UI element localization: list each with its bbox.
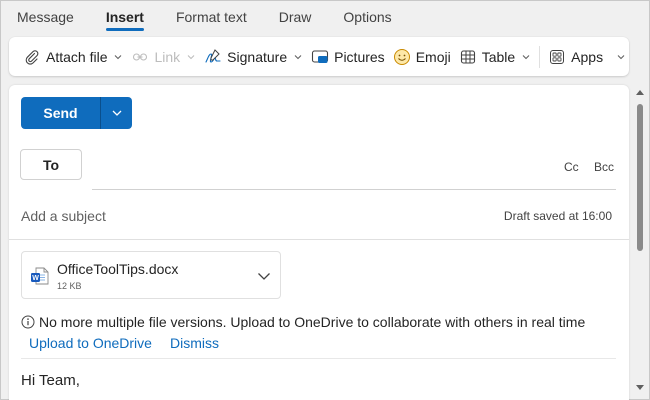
info-icon <box>21 315 35 329</box>
info-bar: No more multiple file versions. Upload t… <box>21 314 585 330</box>
dismiss-link[interactable]: Dismiss <box>170 335 219 351</box>
message-body[interactable]: Hi Team, <box>21 372 80 389</box>
tab-format-text[interactable]: Format text <box>176 0 247 34</box>
link-label: Link <box>154 48 181 65</box>
to-field-underline <box>92 189 616 190</box>
ribbon-divider <box>539 45 541 68</box>
scrollbar-thumb[interactable] <box>637 104 643 251</box>
chevron-down-icon <box>293 52 303 62</box>
upload-to-onedrive-link[interactable]: Upload to OneDrive <box>29 335 152 351</box>
svg-text:W: W <box>32 275 39 282</box>
emoji-label: Emoji <box>415 48 451 65</box>
attachment-name: OfficeToolTips.docx <box>57 261 179 277</box>
ribbon-tabs: Message Insert Format text Draw Options <box>0 0 650 34</box>
picture-icon <box>311 48 329 66</box>
info-message: No more multiple file versions. Upload t… <box>39 314 586 330</box>
info-divider <box>21 358 616 359</box>
pictures-label: Pictures <box>334 48 385 65</box>
send-button[interactable]: Send <box>21 97 100 129</box>
ribbon-overflow-chevron-icon[interactable] <box>613 37 629 76</box>
scroll-down-arrow-icon[interactable] <box>635 383 645 393</box>
cc-button[interactable]: Cc <box>564 160 579 174</box>
link-icon <box>131 48 149 66</box>
chevron-down-icon <box>113 52 123 62</box>
insert-ribbon: Attach file Link Signature Pictures Emoj… <box>9 37 629 76</box>
tab-draw[interactable]: Draw <box>279 0 312 34</box>
tab-message[interactable]: Message <box>17 0 74 34</box>
compose-pane: Send To Cc Bcc Add a subject Draft saved… <box>9 85 629 400</box>
attachment-card[interactable]: W OfficeToolTips.docx 12 KB <box>21 251 281 299</box>
scroll-up-arrow-icon[interactable] <box>635 87 645 97</box>
emoji-icon <box>393 48 411 66</box>
signature-button[interactable]: Signature <box>200 42 307 72</box>
tab-options[interactable]: Options <box>343 0 391 34</box>
chevron-down-icon[interactable] <box>256 268 272 284</box>
table-label: Table <box>481 48 516 65</box>
table-icon <box>459 48 477 66</box>
signature-label: Signature <box>227 48 288 65</box>
word-document-icon: W <box>31 267 49 285</box>
link-button[interactable]: Link <box>127 42 200 72</box>
tab-insert[interactable]: Insert <box>105 0 145 34</box>
bcc-button[interactable]: Bcc <box>594 160 614 174</box>
signature-icon <box>204 48 222 66</box>
apps-icon <box>548 48 566 66</box>
attachment-size: 12 KB <box>57 281 82 291</box>
apps-label: Apps <box>571 48 604 65</box>
apps-button[interactable]: Apps <box>544 42 607 72</box>
emoji-button[interactable]: Emoji <box>389 42 455 72</box>
send-options-button[interactable] <box>100 97 132 129</box>
paperclip-icon <box>23 48 41 66</box>
chevron-down-icon <box>186 52 196 62</box>
subject-input[interactable]: Add a subject <box>21 208 106 224</box>
chevron-down-icon <box>112 110 121 116</box>
pictures-button[interactable]: Pictures <box>307 42 389 72</box>
draft-status: Draft saved at 16:00 <box>503 209 612 223</box>
subject-divider <box>9 239 629 240</box>
table-button[interactable]: Table <box>455 42 535 72</box>
to-button[interactable]: To <box>20 149 82 180</box>
attach-file-button[interactable]: Attach file <box>19 42 127 72</box>
chevron-down-icon <box>521 52 531 62</box>
attach-file-label: Attach file <box>46 48 108 65</box>
send-split-button: Send <box>21 97 132 129</box>
